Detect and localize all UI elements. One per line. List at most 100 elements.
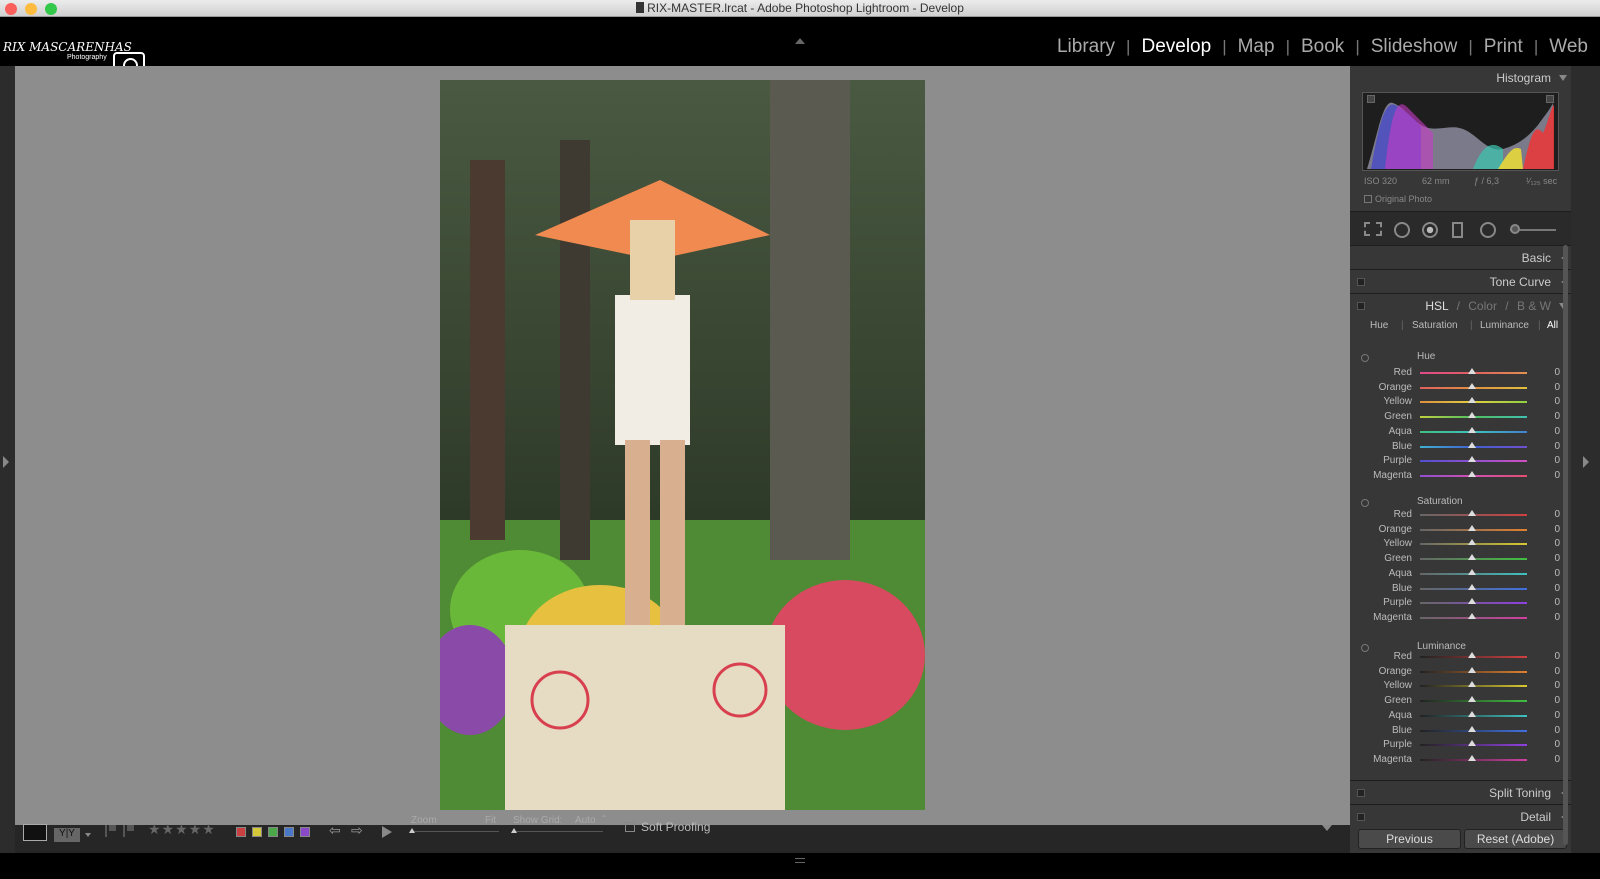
panel-switch-icon[interactable] — [1357, 813, 1365, 821]
luminance-slider-thumb[interactable] — [1468, 754, 1476, 761]
grid-slider-track[interactable] — [513, 831, 603, 832]
hue-slider-thumb[interactable] — [1468, 368, 1476, 374]
color-label-green[interactable] — [268, 827, 278, 837]
slider-value[interactable]: 0 — [1554, 509, 1560, 520]
original-photo-toggle[interactable]: Original Photo — [1364, 194, 1432, 204]
saturation-slider-thumb[interactable] — [1468, 568, 1476, 575]
view-options-chevron-down-icon[interactable] — [85, 833, 91, 837]
highlight-clipping-icon[interactable] — [1546, 95, 1554, 103]
saturation-slider-thumb[interactable] — [1468, 554, 1476, 561]
module-map[interactable]: Map — [1238, 36, 1275, 58]
tone-curve-panel-header[interactable]: Tone Curve — [1350, 269, 1571, 293]
filmstrip-grip-icon[interactable] — [795, 858, 805, 863]
slider-value[interactable]: 0 — [1554, 396, 1560, 407]
shadow-clipping-icon[interactable] — [1367, 95, 1375, 103]
hue-slider-thumb[interactable] — [1468, 456, 1476, 463]
zoom-slider-track[interactable] — [411, 831, 499, 832]
panel-switch-icon[interactable] — [1357, 278, 1365, 286]
bw-tab[interactable]: B & W — [1517, 299, 1551, 313]
red-eye-correction-icon[interactable] — [1422, 222, 1438, 238]
saturation-slider-thumb[interactable] — [1468, 598, 1476, 605]
split-toning-panel-header[interactable]: Split Toning — [1350, 780, 1571, 804]
slider-value[interactable]: 0 — [1554, 524, 1560, 535]
slider-value[interactable]: 0 — [1554, 583, 1560, 594]
module-print[interactable]: Print — [1484, 36, 1523, 58]
zoom-value[interactable]: Fit — [485, 815, 496, 826]
slider-value[interactable]: 0 — [1554, 651, 1560, 662]
luminance-slider-thumb[interactable] — [1468, 740, 1476, 747]
slider-value[interactable]: 0 — [1554, 455, 1560, 466]
slider-value[interactable]: 0 — [1554, 666, 1560, 677]
crop-overlay-icon[interactable] — [1364, 222, 1382, 236]
previous-photo-arrow-icon[interactable]: ⇦ — [329, 822, 341, 839]
adjustment-brush-icon[interactable] — [1510, 224, 1520, 234]
show-grid-stepper-icon[interactable]: ⌃ — [601, 814, 608, 823]
graduated-filter-icon[interactable] — [1452, 222, 1463, 238]
hue-slider-thumb[interactable] — [1468, 426, 1476, 433]
module-develop[interactable]: Develop — [1141, 36, 1211, 58]
right-edge[interactable] — [1571, 66, 1600, 853]
expand-filmstrip-icon[interactable] — [1583, 456, 1589, 468]
filmstrip-collapsed[interactable] — [0, 853, 1600, 879]
saturation-slider-thumb[interactable] — [1468, 510, 1476, 516]
panel-switch-icon[interactable] — [1357, 302, 1365, 310]
slider-value[interactable]: 0 — [1554, 739, 1560, 750]
top-panel-toggle-icon[interactable] — [795, 38, 805, 44]
detail-panel-header[interactable]: Detail — [1350, 804, 1571, 828]
grid-slider-thumb[interactable] — [511, 828, 517, 833]
slider-value[interactable]: 0 — [1554, 426, 1560, 437]
slider-value[interactable]: 0 — [1554, 710, 1560, 721]
slider-value[interactable]: 0 — [1554, 553, 1560, 564]
saturation-slider-thumb[interactable] — [1468, 539, 1476, 546]
panel-collapse-chevron-down-icon[interactable] — [1559, 75, 1567, 81]
saturation-slider-thumb[interactable] — [1468, 524, 1476, 531]
luminance-slider-thumb[interactable] — [1468, 725, 1476, 732]
slider-value[interactable]: 0 — [1554, 441, 1560, 452]
slider-value[interactable]: 0 — [1554, 411, 1560, 422]
right-panel-scrollbar[interactable] — [1563, 245, 1568, 845]
next-photo-arrow-icon[interactable]: ⇨ — [351, 822, 363, 839]
slider-value[interactable]: 0 — [1554, 754, 1560, 765]
slider-value[interactable]: 0 — [1554, 597, 1560, 608]
histogram-panel-header[interactable]: Histogram — [1350, 66, 1571, 90]
hue-slider-thumb[interactable] — [1468, 412, 1476, 419]
luminance-slider-thumb[interactable] — [1468, 652, 1476, 658]
slider-value[interactable]: 0 — [1554, 382, 1560, 393]
basic-panel-header[interactable]: Basic — [1350, 245, 1571, 269]
color-label-yellow[interactable] — [252, 827, 262, 837]
module-library[interactable]: Library — [1057, 36, 1115, 58]
zoom-slider-thumb[interactable] — [409, 828, 415, 833]
star-rating[interactable]: ★★★★★ — [148, 821, 216, 838]
pick-flag-icon[interactable] — [105, 825, 116, 837]
slider-value[interactable]: 0 — [1554, 680, 1560, 691]
reject-flag-icon[interactable] — [123, 825, 134, 837]
module-book[interactable]: Book — [1301, 36, 1344, 58]
color-label-red[interactable] — [236, 827, 246, 837]
luminance-slider-thumb[interactable] — [1468, 681, 1476, 688]
before-after-view-icon[interactable]: Y|Y — [54, 828, 80, 842]
hsl-tab[interactable]: HSL — [1425, 299, 1448, 313]
panel-switch-icon[interactable] — [1357, 789, 1365, 797]
module-web[interactable]: Web — [1549, 36, 1588, 58]
show-grid-select[interactable]: Auto — [575, 815, 596, 826]
previous-button[interactable]: Previous — [1358, 829, 1461, 849]
hue-slider-thumb[interactable] — [1468, 397, 1476, 404]
luminance-slider-thumb[interactable] — [1468, 710, 1476, 717]
hsl-subtab-all[interactable]: All — [1547, 320, 1558, 331]
hsl-subtab-saturation[interactable]: Saturation — [1412, 320, 1458, 331]
photo-preview[interactable] — [440, 80, 925, 810]
loupe-view-icon[interactable] — [23, 824, 47, 841]
slider-value[interactable]: 0 — [1554, 470, 1560, 481]
target-adjustment-icon[interactable] — [1361, 499, 1369, 507]
saturation-slider-thumb[interactable] — [1468, 583, 1476, 590]
spot-removal-icon[interactable] — [1394, 222, 1410, 238]
module-slideshow[interactable]: Slideshow — [1371, 36, 1458, 58]
hue-slider-thumb[interactable] — [1468, 382, 1476, 389]
color-label-purple[interactable] — [300, 827, 310, 837]
hue-slider-thumb[interactable] — [1468, 441, 1476, 448]
slider-value[interactable]: 0 — [1554, 538, 1560, 549]
reset-button[interactable]: Reset (Adobe) — [1464, 829, 1567, 849]
luminance-slider-thumb[interactable] — [1468, 696, 1476, 703]
soft-proofing-checkbox[interactable] — [625, 822, 635, 832]
slider-value[interactable]: 0 — [1554, 695, 1560, 706]
